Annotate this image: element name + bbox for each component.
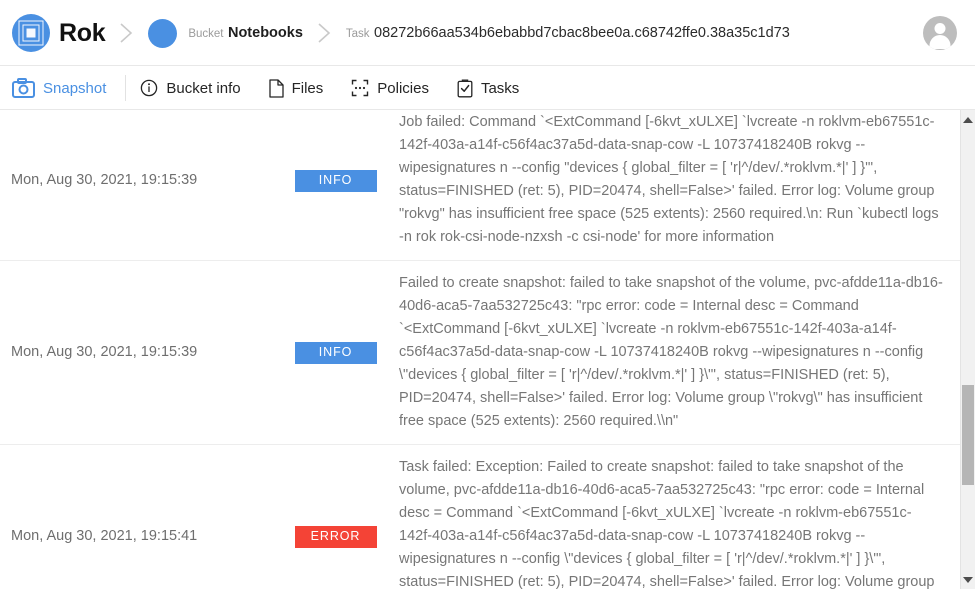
tab-files-label: Files <box>291 79 324 97</box>
avatar-head-icon <box>934 23 946 34</box>
tab-files[interactable]: Files <box>255 66 338 110</box>
breadcrumb-chevron-icon-2 <box>317 21 332 45</box>
log-timestamp: Mon, Aug 30, 2021, 19:15:39 <box>11 171 198 188</box>
table-row[interactable]: Mon, Aug 30, 2021, 19:15:39 INFO Job fai… <box>0 110 960 261</box>
status-badge: INFO <box>294 169 377 192</box>
log-timestamp: Mon, Aug 30, 2021, 19:15:39 <box>11 344 198 360</box>
table-row[interactable]: Mon, Aug 30, 2021, 19:15:39 INFO Failed … <box>0 261 960 445</box>
table-row[interactable]: Mon, Aug 30, 2021, 19:15:41 ERROR Task f… <box>0 445 960 589</box>
clipboard-check-icon <box>457 79 473 98</box>
status-badge: INFO <box>294 342 377 364</box>
avatar-body-icon <box>929 35 951 49</box>
brand-logo-link[interactable]: Rok <box>12 14 106 52</box>
vertical-scrollbar[interactable] <box>960 110 975 589</box>
user-avatar[interactable] <box>923 16 957 50</box>
bucket-avatar-icon <box>148 18 178 48</box>
log-message: Task failed: Exception: Failed to create… <box>399 459 935 589</box>
breadcrumb-task[interactable]: Task 08272b66aa534b6ebabbd7cbac8bee0a.c6… <box>346 24 790 42</box>
brand-name: Rok <box>59 18 106 47</box>
rok-task-log-page: Rok Bucket Notebooks Task 08272b66aa534b… <box>0 0 975 589</box>
task-log-table-body: Mon, Aug 30, 2021, 19:15:39 INFO Job fai… <box>0 110 960 589</box>
breadcrumb-task-value: 08272b66aa534b6ebabbd7cbac8bee0a.c68742f… <box>374 25 790 41</box>
log-level-cell: INFO <box>292 261 397 445</box>
log-level-cell: INFO <box>292 110 397 261</box>
tab-tasks[interactable]: Tasks <box>443 66 533 110</box>
breadcrumb-task-label: Task <box>345 28 370 40</box>
scrollbar-thumb[interactable] <box>962 385 974 485</box>
info-icon <box>140 79 158 97</box>
tab-policies[interactable]: Policies <box>337 66 443 110</box>
log-message: Job failed: Command `<ExtCommand [-6kvt_… <box>399 114 939 245</box>
scroll-up-arrow-icon[interactable] <box>961 112 975 127</box>
task-log-table: Mon, Aug 30, 2021, 19:15:39 INFO Job fai… <box>0 110 960 589</box>
app-header: Rok Bucket Notebooks Task 08272b66aa534b… <box>0 0 975 66</box>
tab-bucket-info-label: Bucket info <box>166 79 241 97</box>
tab-bar: Snapshot Bucket info Files Policies Task… <box>0 66 975 110</box>
tab-snapshot[interactable]: Snapshot <box>0 66 127 110</box>
log-timestamp: Mon, Aug 30, 2021, 19:15:41 <box>11 528 198 544</box>
log-level-cell: ERROR <box>292 445 397 589</box>
scroll-down-arrow-icon[interactable] <box>961 572 975 587</box>
breadcrumb-bucket-value: Notebooks <box>227 25 303 41</box>
camera-icon <box>12 78 35 98</box>
tab-tasks-label: Tasks <box>480 79 520 97</box>
tab-policies-label: Policies <box>377 79 429 97</box>
breadcrumb-chevron-icon <box>119 21 134 45</box>
rok-logo-icon <box>12 14 50 52</box>
policies-icon <box>351 79 369 97</box>
task-log-scroll-area[interactable]: Mon, Aug 30, 2021, 19:15:39 INFO Job fai… <box>0 110 975 589</box>
breadcrumb-bucket-label: Bucket <box>188 28 224 40</box>
breadcrumb-bucket[interactable]: Bucket Notebooks <box>148 18 303 48</box>
tab-snapshot-label: Snapshot <box>43 79 107 97</box>
file-icon <box>268 78 284 98</box>
tab-bucket-info[interactable]: Bucket info <box>126 66 254 110</box>
status-badge: ERROR <box>294 526 377 548</box>
log-message: Failed to create snapshot: failed to tak… <box>399 275 943 429</box>
